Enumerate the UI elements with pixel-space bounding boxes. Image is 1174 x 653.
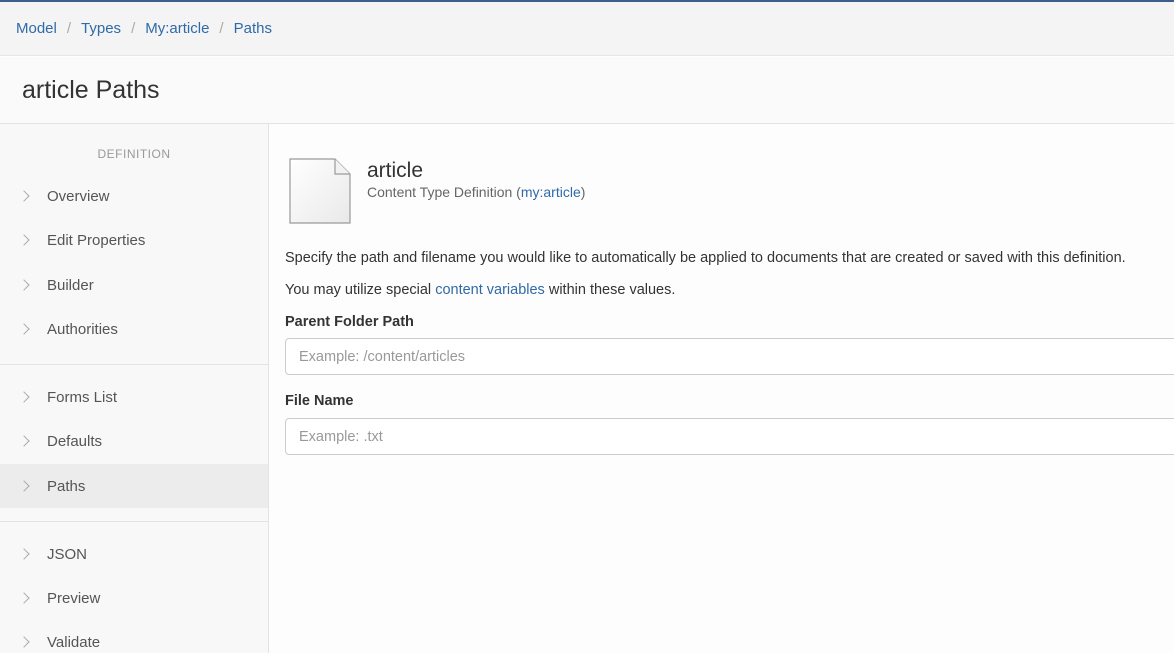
breadcrumb-separator: / xyxy=(66,20,72,37)
chevron-right-icon xyxy=(18,480,30,492)
sidebar-item-edit-properties[interactable]: Edit Properties xyxy=(0,218,268,262)
document-icon xyxy=(289,158,351,224)
note-suffix: within these values. xyxy=(544,282,676,298)
sidebar-item-label: Forms List xyxy=(47,388,118,406)
entity-subtitle-suffix: ) xyxy=(580,184,586,200)
page-header: article Paths xyxy=(0,57,1174,124)
sidebar-item-json[interactable]: JSON xyxy=(0,532,268,576)
sidebar-item-label: Overview xyxy=(47,187,110,205)
breadcrumb-my-article[interactable]: My:article xyxy=(145,20,209,37)
sidebar-divider xyxy=(0,364,268,365)
sidebar-item-preview[interactable]: Preview xyxy=(0,576,268,620)
chevron-right-icon xyxy=(18,323,30,335)
breadcrumb-model[interactable]: Model xyxy=(16,20,57,37)
main-content: article Content Type Definition (my:arti… xyxy=(269,124,1174,653)
chevron-right-icon xyxy=(18,391,30,403)
chevron-right-icon xyxy=(18,279,30,291)
sidebar-item-label: Defaults xyxy=(47,432,103,450)
sidebar-divider xyxy=(0,521,268,522)
sidebar-item-label: Authorities xyxy=(47,320,118,338)
file-name-label: File Name xyxy=(285,393,354,409)
breadcrumb-separator: / xyxy=(131,20,136,37)
sidebar-item-defaults[interactable]: Defaults xyxy=(0,419,268,463)
note-prefix: You may utilize special xyxy=(285,282,436,298)
sidebar-heading: DEFINITION xyxy=(97,147,171,161)
page-title: article Paths xyxy=(22,75,160,104)
chevron-right-icon xyxy=(18,435,30,447)
sidebar-item-authorities[interactable]: Authorities xyxy=(0,307,268,351)
sidebar-item-forms-list[interactable]: Forms List xyxy=(0,375,268,419)
entity-title: article xyxy=(367,159,424,182)
chevron-right-icon xyxy=(18,234,30,246)
sidebar-item-label: Validate xyxy=(47,633,101,651)
sidebar: DEFINITION Overview Edit Properties Buil… xyxy=(0,124,269,653)
sidebar-item-label: Builder xyxy=(47,276,94,294)
entity-subtitle: Content Type Definition (my:article) xyxy=(367,184,585,200)
sidebar-item-label: Preview xyxy=(47,589,101,607)
parent-folder-path-label: Parent Folder Path xyxy=(285,314,414,330)
entity-qname-link[interactable]: my:article xyxy=(521,184,581,200)
sidebar-item-label: Paths xyxy=(47,477,86,495)
chevron-right-icon xyxy=(18,592,30,604)
sidebar-item-label: JSON xyxy=(47,545,88,563)
breadcrumb-types[interactable]: Types xyxy=(81,20,121,37)
sidebar-item-paths[interactable]: Paths xyxy=(0,464,268,508)
chevron-right-icon xyxy=(18,548,30,560)
entity-subtitle-prefix: Content Type Definition ( xyxy=(367,184,521,200)
file-name-input[interactable] xyxy=(285,418,1174,455)
paths-description: Specify the path and filename you would … xyxy=(285,250,1126,266)
sidebar-item-overview[interactable]: Overview xyxy=(0,174,268,218)
chevron-right-icon xyxy=(18,636,30,648)
parent-folder-path-input[interactable] xyxy=(285,338,1174,375)
breadcrumb: Model / Types / My:article / Paths xyxy=(0,2,1174,56)
sidebar-item-label: Edit Properties xyxy=(47,231,146,249)
content-variables-link[interactable]: content variables xyxy=(435,282,545,298)
breadcrumb-paths[interactable]: Paths xyxy=(234,20,272,37)
sidebar-item-builder[interactable]: Builder xyxy=(0,263,268,307)
breadcrumb-separator: / xyxy=(219,20,224,37)
content-variables-note: You may utilize special content variable… xyxy=(285,282,675,298)
chevron-right-icon xyxy=(18,190,30,202)
sidebar-item-validate[interactable]: Validate xyxy=(0,620,268,653)
